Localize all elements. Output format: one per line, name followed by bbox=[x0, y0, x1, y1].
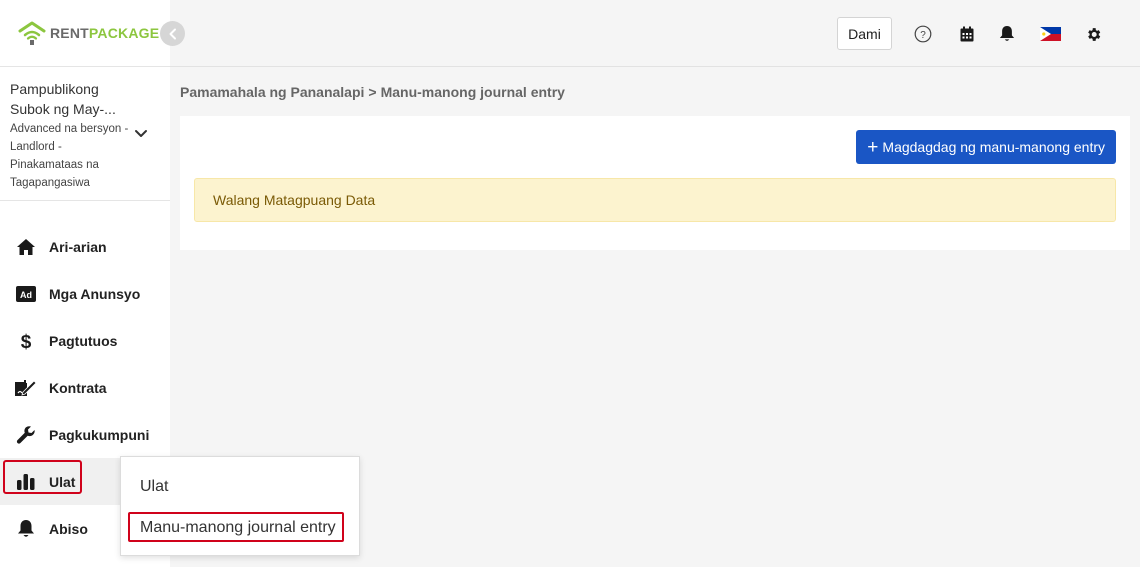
calendar-icon[interactable] bbox=[957, 24, 977, 44]
ad-icon: Ad bbox=[15, 283, 37, 305]
gear-icon[interactable] bbox=[1083, 24, 1103, 44]
plus-icon: + bbox=[867, 136, 879, 158]
sidebar-item-kontrata[interactable]: Kontrata bbox=[0, 364, 170, 411]
signature-icon bbox=[15, 377, 37, 399]
wifi-house-icon bbox=[18, 21, 46, 45]
account-name: Pampublikong Subok ng May-... bbox=[10, 81, 116, 117]
logo-row: RENTPACKAGE bbox=[0, 0, 170, 67]
content-card: + Magdagdag ng manu-manong entry Walang … bbox=[180, 116, 1130, 250]
highlight-box bbox=[3, 460, 82, 494]
account-plan: Advanced na bersyon - Landlord - Pinakam… bbox=[10, 123, 129, 189]
breadcrumb: Pamamahala ng Pananalapi > Manu-manong jou… bbox=[180, 84, 565, 100]
svg-text:Ad: Ad bbox=[20, 290, 32, 300]
logo-text: RENTPACKAGE bbox=[50, 25, 159, 41]
sidebar-item-ari-arian[interactable]: Ari-arian bbox=[0, 223, 170, 270]
ulat-submenu: Ulat Manu-manong journal entry bbox=[120, 456, 360, 556]
submenu-item-ulat[interactable]: Ulat bbox=[140, 478, 168, 496]
bell-icon bbox=[15, 518, 37, 540]
sidebar-item-label: Mga Anunsyo bbox=[49, 285, 141, 302]
sidebar-item-label: Pagtutuos bbox=[49, 332, 118, 349]
breadcrumb-current: Manu-manong journal entry bbox=[380, 84, 565, 100]
chevron-left-icon bbox=[169, 28, 176, 39]
sidebar-item-label: Pagkukumpuni bbox=[49, 426, 150, 443]
dollar-icon: $ bbox=[15, 330, 37, 352]
svg-text:$: $ bbox=[21, 332, 32, 351]
rentpackage-logo[interactable]: RENTPACKAGE bbox=[18, 20, 159, 46]
philippines-flag-icon[interactable] bbox=[1039, 24, 1061, 44]
svg-text:?: ? bbox=[920, 30, 926, 41]
chevron-down-icon[interactable] bbox=[134, 129, 148, 139]
wrench-icon bbox=[15, 424, 37, 446]
sidebar-item-label: Abiso bbox=[49, 520, 88, 537]
home-icon bbox=[15, 236, 37, 258]
sidebar-item-mga-anunsyo[interactable]: Ad Mga Anunsyo bbox=[0, 270, 170, 317]
logo-rent-text: RENT bbox=[50, 25, 89, 41]
help-icon[interactable]: ? bbox=[913, 24, 933, 44]
submenu-item-manual-journal-entry[interactable]: Manu-manong journal entry bbox=[140, 519, 336, 537]
bell-icon[interactable] bbox=[997, 24, 1017, 44]
breadcrumb-parent[interactable]: Pamamahala ng Pananalapi bbox=[180, 84, 364, 100]
sidebar-item-label: Ari-arian bbox=[49, 238, 107, 255]
add-manual-entry-button[interactable]: + Magdagdag ng manu-manong entry bbox=[856, 130, 1116, 164]
sidebar-item-pagtutuos[interactable]: $ Pagtutuos bbox=[0, 317, 170, 364]
topbar: Dami ? bbox=[170, 0, 1140, 67]
empty-state-alert: Walang Matagpuang Data bbox=[194, 178, 1116, 222]
breadcrumb-separator: > bbox=[368, 84, 377, 100]
sidebar-item-pagkukumpuni[interactable]: Pagkukumpuni bbox=[0, 411, 170, 458]
add-button-label: Magdagdag ng manu-manong entry bbox=[882, 139, 1105, 155]
logo-package-text: PACKAGE bbox=[88, 25, 160, 41]
sidebar-item-label: Kontrata bbox=[49, 379, 107, 396]
dami-button[interactable]: Dami bbox=[837, 17, 892, 50]
account-switcher[interactable]: Pampublikong Subok ng May-... Advanced n… bbox=[0, 67, 170, 201]
collapse-sidebar-button[interactable] bbox=[160, 21, 185, 46]
